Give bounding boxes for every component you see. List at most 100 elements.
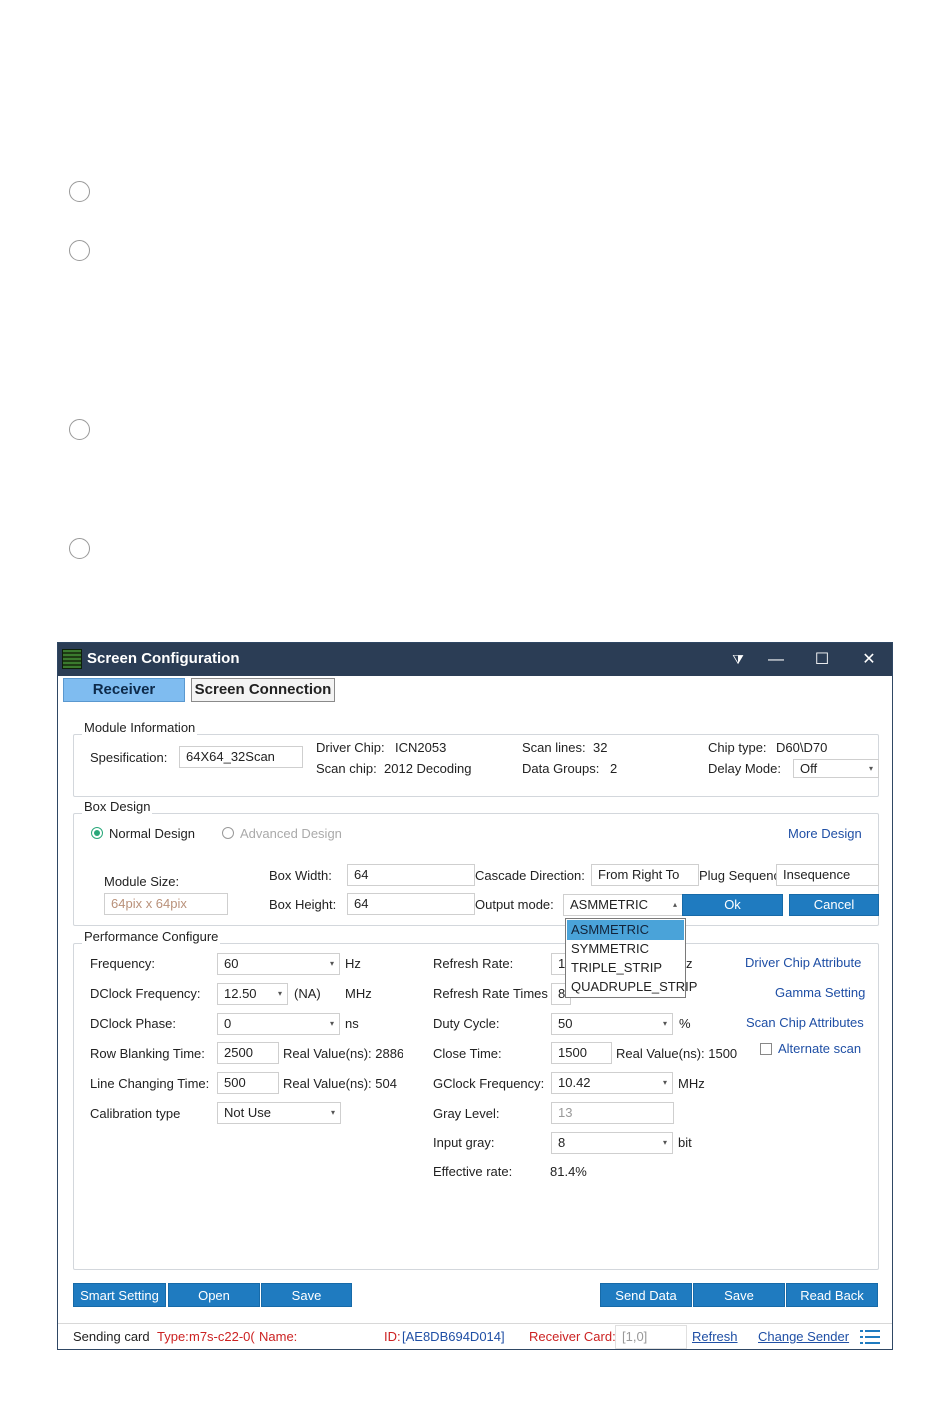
module-size-field[interactable]: 64pix x 64pix — [104, 893, 228, 915]
row-blanking-real-value: Real Value(ns): 2886 — [283, 1046, 403, 1061]
plug-sequence-field[interactable]: Insequence — [776, 864, 879, 886]
open-button[interactable]: Open — [168, 1283, 260, 1307]
gclock-frequency-combo[interactable]: 10.42 ▾ — [551, 1072, 673, 1094]
output-mode-combo[interactable]: ASMMETRIC ▴ — [563, 894, 683, 916]
effective-rate-value: 81.4% — [550, 1164, 587, 1179]
input-gray-value: 8 — [558, 1135, 566, 1150]
output-option-symmetric[interactable]: SYMMETRIC — [567, 939, 684, 959]
more-design-link[interactable]: More Design — [788, 826, 862, 841]
close-button[interactable]: ✕ — [846, 643, 892, 676]
gray-level-field[interactable]: 13 — [551, 1102, 674, 1124]
close-time-field[interactable]: 1500 — [551, 1042, 612, 1064]
input-gray-label: Input gray: — [433, 1135, 495, 1150]
cancel-button[interactable]: Cancel — [789, 894, 879, 916]
driver-chip-attribute-link[interactable]: Driver Chip Attribute — [745, 955, 861, 970]
dclock-phase-value: 0 — [224, 1016, 232, 1031]
dclock-phase-combo[interactable]: 0 ▾ — [217, 1013, 340, 1035]
ok-button[interactable]: Ok — [682, 894, 783, 916]
refresh-link[interactable]: Refresh — [692, 1329, 738, 1344]
advanced-design-radio[interactable] — [222, 827, 234, 839]
driver-chip-value: ICN2053 — [395, 740, 447, 755]
type-label: Type: — [157, 1329, 189, 1344]
chevron-down-icon: ▾ — [662, 1138, 667, 1147]
tab-receiver[interactable]: Receiver — [63, 678, 185, 702]
cascade-direction-label: Cascade Direction: — [475, 868, 585, 883]
receiver-card-field[interactable]: [1,0] — [615, 1325, 687, 1349]
chevron-down-icon: ▾ — [662, 1019, 667, 1028]
box-width-field[interactable]: 64 — [347, 864, 475, 886]
list-menu-icon[interactable] — [860, 1330, 880, 1344]
calibration-type-combo[interactable]: Not Use ▾ — [217, 1102, 341, 1124]
dclock-na-label: (NA) — [294, 986, 321, 1001]
output-option-asmmetric[interactable]: ASMMETRIC — [567, 920, 684, 940]
tab-screen-connection[interactable]: Screen Connection — [191, 678, 335, 702]
refresh-rate-times-label: Refresh Rate Times — [433, 986, 548, 1001]
title-bar[interactable]: Screen Configuration ⧩ — ☐ ✕ — [58, 643, 892, 676]
id-value: [AE8DB694D014] — [402, 1329, 505, 1344]
gray-level-label: Gray Level: — [433, 1106, 500, 1121]
chevron-down-icon: ▾ — [330, 1108, 335, 1117]
normal-design-label[interactable]: Normal Design — [109, 826, 195, 841]
duty-cycle-combo[interactable]: 50 ▾ — [551, 1013, 673, 1035]
module-size-label: Module Size: — [104, 874, 180, 889]
cascade-direction-field[interactable]: From Right To — [591, 864, 699, 886]
alternate-scan-label[interactable]: Alternate scan — [778, 1041, 864, 1056]
delay-mode-combo[interactable]: Off ▾ — [793, 759, 879, 778]
gclock-frequency-unit: MHz — [678, 1076, 705, 1091]
scan-lines-label: Scan lines: — [522, 740, 586, 755]
output-option-triple-strip[interactable]: TRIPLE_STRIP — [567, 958, 684, 978]
frequency-value: 60 — [224, 956, 239, 971]
scan-chip-attributes-link[interactable]: Scan Chip Attributes — [746, 1015, 864, 1030]
minimize-button[interactable]: — — [753, 643, 799, 676]
close-time-label: Close Time: — [433, 1046, 502, 1061]
calibration-type-label: Calibration type — [90, 1106, 181, 1121]
input-gray-combo[interactable]: 8 ▾ — [551, 1132, 673, 1154]
type-value: m7s-c22-0( — [189, 1329, 255, 1344]
line-changing-time-field[interactable]: 500 — [217, 1072, 279, 1094]
frequency-unit: Hz — [345, 956, 361, 971]
chevron-down-icon: ▾ — [329, 1019, 334, 1028]
frequency-label: Frequency: — [90, 956, 156, 971]
chevron-down-icon: ▾ — [868, 764, 873, 773]
output-mode-value: ASMMETRIC — [570, 897, 648, 912]
dclock-frequency-unit: MHz — [345, 986, 372, 1001]
performance-configure-label: Performance Configure — [82, 929, 221, 944]
duty-cycle-value: 50 — [558, 1016, 573, 1031]
specification-field[interactable]: 64X64_32Scan — [179, 746, 303, 768]
frequency-combo[interactable]: 60 ▾ — [217, 953, 340, 975]
bullet-circle — [69, 240, 90, 261]
maximize-button[interactable]: ☐ — [799, 643, 845, 676]
box-design-label: Box Design — [82, 799, 153, 814]
save-right-button[interactable]: Save — [693, 1283, 785, 1307]
read-back-button[interactable]: Read Back — [786, 1283, 878, 1307]
input-gray-unit: bit — [678, 1135, 692, 1150]
specification-label: Spesification: — [90, 750, 168, 765]
smart-setting-button[interactable]: Smart Setting — [73, 1283, 166, 1307]
screen-configuration-window: Screen Configuration ⧩ — ☐ ✕ Receiver Sc… — [57, 642, 893, 1350]
output-option-quadruple-strip[interactable]: QUADRUPLE_STRIP — [567, 977, 697, 997]
send-data-button[interactable]: Send Data — [600, 1283, 692, 1307]
alternate-scan-checkbox[interactable] — [760, 1043, 772, 1055]
data-groups-label: Data Groups: — [522, 761, 600, 776]
output-mode-label: Output mode: — [475, 897, 554, 912]
bullet-circle — [69, 538, 90, 559]
advanced-design-label[interactable]: Advanced Design — [240, 826, 342, 841]
output-mode-dropdown[interactable]: ASMMETRIC SYMMETRIC TRIPLE_STRIP QUADRUP… — [565, 918, 697, 998]
duty-cycle-unit: % — [679, 1016, 691, 1031]
scan-chip-label: Scan chip: — [316, 761, 377, 776]
normal-design-radio[interactable] — [91, 827, 103, 839]
chip-type-label: Chip type: — [708, 740, 767, 755]
bullet-circle — [69, 419, 90, 440]
dclock-frequency-combo[interactable]: 12.50 ▾ — [217, 983, 288, 1005]
status-bar: Sending card Type: m7s-c22-0( Name: ID: … — [58, 1323, 892, 1349]
chip-type-value: D60\D70 — [776, 740, 828, 755]
save-left-button[interactable]: Save — [261, 1283, 352, 1307]
scan-lines-value: 32 — [593, 740, 608, 755]
gamma-setting-link[interactable]: Gamma Setting — [775, 985, 865, 1000]
row-blanking-time-field[interactable]: 2500 — [217, 1042, 279, 1064]
driver-chip-label: Driver Chip: — [316, 740, 385, 755]
box-height-field[interactable]: 64 — [347, 893, 475, 915]
change-sender-link[interactable]: Change Sender — [758, 1329, 849, 1344]
chevron-up-icon: ▴ — [672, 900, 677, 909]
refresh-rate-label: Refresh Rate: — [433, 956, 514, 971]
